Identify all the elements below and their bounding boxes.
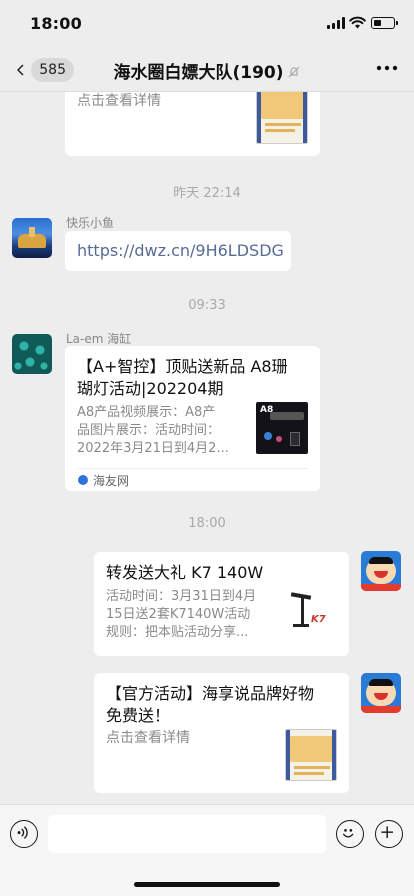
card-title-line: 免费送！ — [106, 706, 171, 725]
sender-name: La-em 海缸 — [66, 332, 132, 346]
message-input[interactable] — [48, 815, 326, 853]
avatar[interactable] — [361, 673, 401, 713]
message-link[interactable]: https://dwz.cn/9H6LDSDG — [77, 241, 284, 260]
plus-icon — [381, 826, 393, 838]
battery-icon — [371, 17, 398, 29]
card-thumbnail: A8 — [256, 402, 308, 454]
chat-header: 585 海水圈白嫖大队(190) — [0, 44, 414, 92]
more-actions-button[interactable] — [375, 820, 403, 848]
card-description: 活动时间：3月31日到4月 — [106, 589, 257, 604]
voice-icon — [17, 826, 28, 839]
card-title-line: 瑚灯活动|202204期 — [77, 379, 224, 398]
chat-title-text: 海水圈白嫖大队(190) — [113, 63, 284, 83]
home-indicator[interactable] — [134, 882, 280, 887]
chat-title: 海水圈白嫖大队(190) — [0, 58, 414, 83]
card-description: A8产品视频展示：A8产 — [77, 405, 216, 420]
message-bubble[interactable]: https://dwz.cn/9H6LDSDG — [65, 231, 291, 271]
status-time: 18:00 — [30, 14, 82, 33]
article-card[interactable]: 【官方活动】海享说品牌好物 免费送！ 点击查看详情 — [94, 673, 349, 793]
avatar[interactable] — [361, 551, 401, 591]
status-bar: 18:00 — [0, 0, 414, 44]
timestamp: 昨天 22:14 — [173, 186, 241, 201]
signal-icon — [327, 17, 345, 29]
card-description: 规则：把本贴活动分享... — [106, 625, 249, 640]
mute-bell-icon — [288, 66, 299, 78]
timestamp: 09:33 — [188, 298, 226, 313]
card-thumbnail — [285, 729, 337, 781]
card-description: 品图片展示：活动时间： — [77, 423, 221, 438]
card-description: 15日送2套K7140W活动 — [106, 607, 251, 622]
more-options-icon[interactable] — [376, 62, 398, 74]
card-title: 转发送大礼 K7 140W — [106, 563, 264, 582]
source-icon — [78, 475, 88, 485]
article-card[interactable]: 【A+智控】顶贴送新品 A8珊 瑚灯活动|202204期 A8产品视频展示：A8… — [65, 346, 320, 491]
card-thumbnail: K7 — [285, 592, 337, 634]
card-title-line: 【官方活动】海享说品牌好物 — [106, 684, 315, 703]
avatar[interactable] — [12, 334, 52, 374]
message-card[interactable]: 点击查看详情 — [65, 92, 320, 156]
card-thumbnail — [256, 92, 308, 144]
card-description: 点击查看详情 — [77, 93, 161, 109]
card-description: 点击查看详情 — [106, 730, 190, 746]
card-title-line: 【A+智控】顶贴送新品 A8珊 — [77, 357, 288, 376]
timestamp: 18:00 — [188, 516, 226, 531]
thumbnail-label: K7 — [311, 614, 326, 625]
avatar[interactable] — [12, 218, 52, 258]
message-list[interactable]: 点击查看详情 昨天 22:14 快乐小鱼 https://dwz.cn/9H6L… — [0, 92, 414, 804]
card-description: 2022年3月21日到4月2... — [77, 441, 229, 456]
voice-input-button[interactable] — [10, 820, 38, 848]
card-source: 海友网 — [93, 474, 130, 488]
wifi-icon — [349, 16, 366, 29]
sender-name: 快乐小鱼 — [66, 216, 115, 230]
emoji-icon — [343, 829, 354, 838]
article-card[interactable]: 转发送大礼 K7 140W 活动时间：3月31日到4月 15日送2套K7140W… — [94, 552, 349, 656]
emoji-button[interactable] — [336, 820, 364, 848]
